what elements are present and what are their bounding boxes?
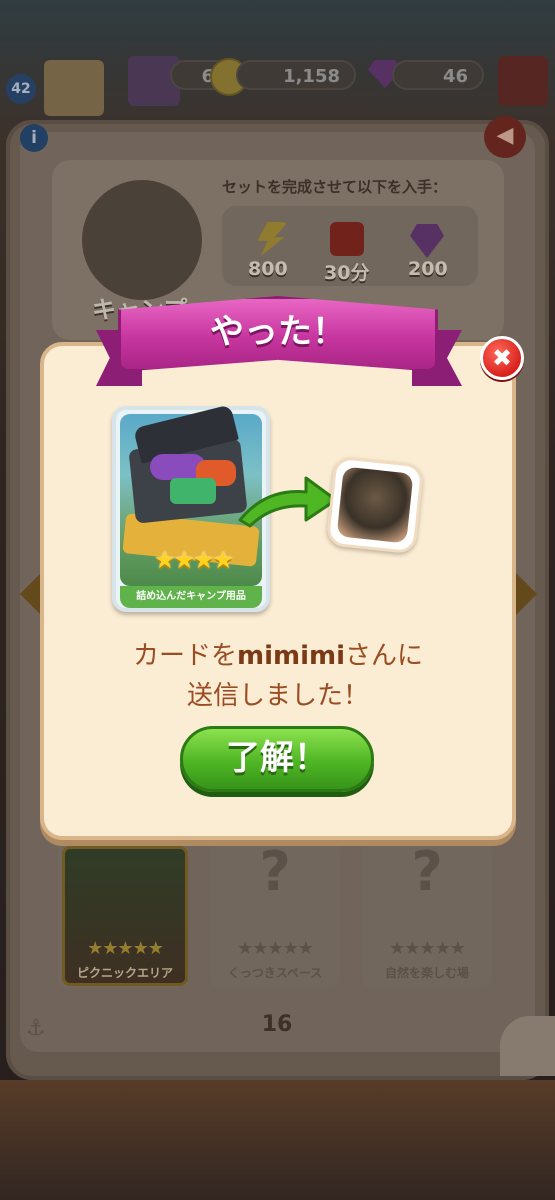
ok-button[interactable]: 了解！ bbox=[180, 726, 374, 792]
message-line2: 送信しました！ bbox=[186, 681, 369, 711]
sent-message: カードをmimimiさんに 送信しました！ bbox=[40, 636, 516, 716]
message-suffix: さんに bbox=[345, 641, 424, 671]
message-prefix: カードを bbox=[132, 641, 237, 671]
card-label: 詰め込んだキャンプ用品 bbox=[120, 586, 262, 608]
recipient-name: mimimi bbox=[236, 641, 345, 671]
dialog-title: やった！ bbox=[210, 312, 346, 352]
friend-avatar-image bbox=[336, 466, 414, 544]
card-stars: ★★★★ bbox=[153, 546, 234, 574]
close-icon[interactable]: ✖ bbox=[480, 336, 524, 380]
sleeping-bag-icon bbox=[170, 478, 216, 504]
send-arrow-icon bbox=[238, 476, 338, 528]
